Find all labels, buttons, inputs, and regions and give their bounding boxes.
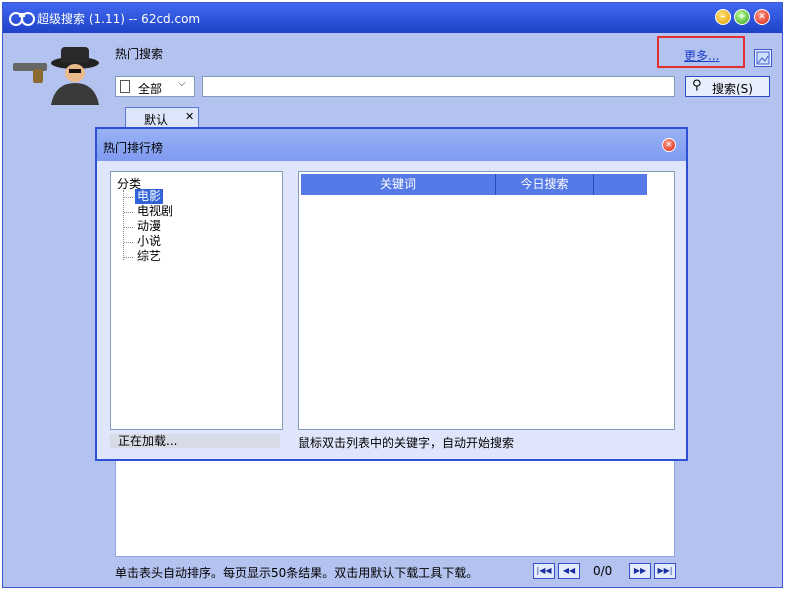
image-icon (756, 51, 770, 65)
close-icon: ✕ (665, 140, 673, 149)
search-button-label: 搜索(S) (712, 82, 753, 96)
keyword-table[interactable]: 关键词 今日搜索 (298, 171, 675, 430)
prev-page-icon: ◀◀ (562, 566, 576, 575)
more-link[interactable]: 更多... (684, 47, 719, 64)
first-page-button[interactable]: |◀◀ (533, 563, 555, 579)
first-page-icon: |◀◀ (536, 566, 552, 575)
tree-item-variety[interactable]: 综艺 (135, 249, 163, 264)
status-text: 单击表头自动排序。每页显示50条结果。双击用默认下载工具下载。 (115, 566, 479, 580)
dialog-close-button[interactable]: ✕ (662, 138, 676, 152)
binoculars-icon (9, 9, 35, 27)
category-select[interactable]: 全部 ⌵ (115, 76, 195, 97)
category-select-value: 全部 (138, 82, 163, 96)
document-icon (120, 80, 130, 93)
window-title: 超级搜索 (1.11) -- 62cd.com (37, 12, 201, 26)
minus-icon: – (720, 12, 726, 22)
maximize-button[interactable]: + (734, 9, 750, 25)
tree-item-anime[interactable]: 动漫 (135, 219, 163, 234)
loading-status: 正在加载... (110, 434, 280, 448)
next-page-button[interactable]: ▶▶ (629, 563, 651, 579)
detective-logo-icon (11, 43, 103, 105)
hot-search-label: 热门搜索 (115, 47, 164, 61)
hint-text: 鼠标双击列表中的关键字，自动开始搜索 (298, 436, 515, 450)
minimize-button[interactable]: – (715, 9, 731, 25)
dialog-title-bar[interactable]: 热门排行榜 ✕ (97, 129, 686, 161)
last-page-icon: ▶▶| (657, 566, 673, 575)
close-tab-icon[interactable]: ✕ (185, 110, 194, 123)
dialog-title: 热门排行榜 (103, 141, 164, 155)
close-icon: ✕ (758, 12, 766, 22)
last-page-button[interactable]: ▶▶| (654, 563, 676, 579)
search-input[interactable] (202, 76, 675, 97)
title-bar[interactable]: 超级搜索 (1.11) -- 62cd.com – + ✕ (3, 3, 782, 33)
tree-item-tv-series[interactable]: 电视剧 (135, 204, 175, 219)
tree-connector (123, 190, 124, 260)
page-count: 0/0 (593, 564, 613, 578)
plus-icon: + (738, 12, 746, 22)
tab-label: 默认 (144, 113, 169, 127)
next-page-icon: ▶▶ (633, 566, 647, 575)
column-header-today-searches[interactable]: 今日搜索 (496, 174, 594, 195)
tree-item-movie[interactable]: 电影 (135, 189, 164, 204)
skin-button[interactable] (754, 49, 772, 67)
tree-item-novel[interactable]: 小说 (135, 234, 163, 249)
prev-page-button[interactable]: ◀◀ (558, 563, 580, 579)
column-header-keyword[interactable]: 关键词 (301, 174, 496, 195)
close-button[interactable]: ✕ (754, 9, 770, 25)
hot-ranking-dialog: 热门排行榜 ✕ 分类 电影 电视剧 动漫 小说 综艺 正在加载... 关键词 今… (95, 127, 688, 461)
table-header: 关键词 今日搜索 (301, 174, 647, 195)
chevron-down-icon: ⌵ (178, 78, 186, 89)
search-button[interactable]: ⚲ 搜索(S) (685, 76, 770, 97)
tab-default[interactable]: 默认 ✕ (125, 107, 199, 127)
category-tree[interactable]: 分类 电影 电视剧 动漫 小说 综艺 (110, 171, 283, 430)
search-icon: ⚲ (692, 78, 702, 93)
